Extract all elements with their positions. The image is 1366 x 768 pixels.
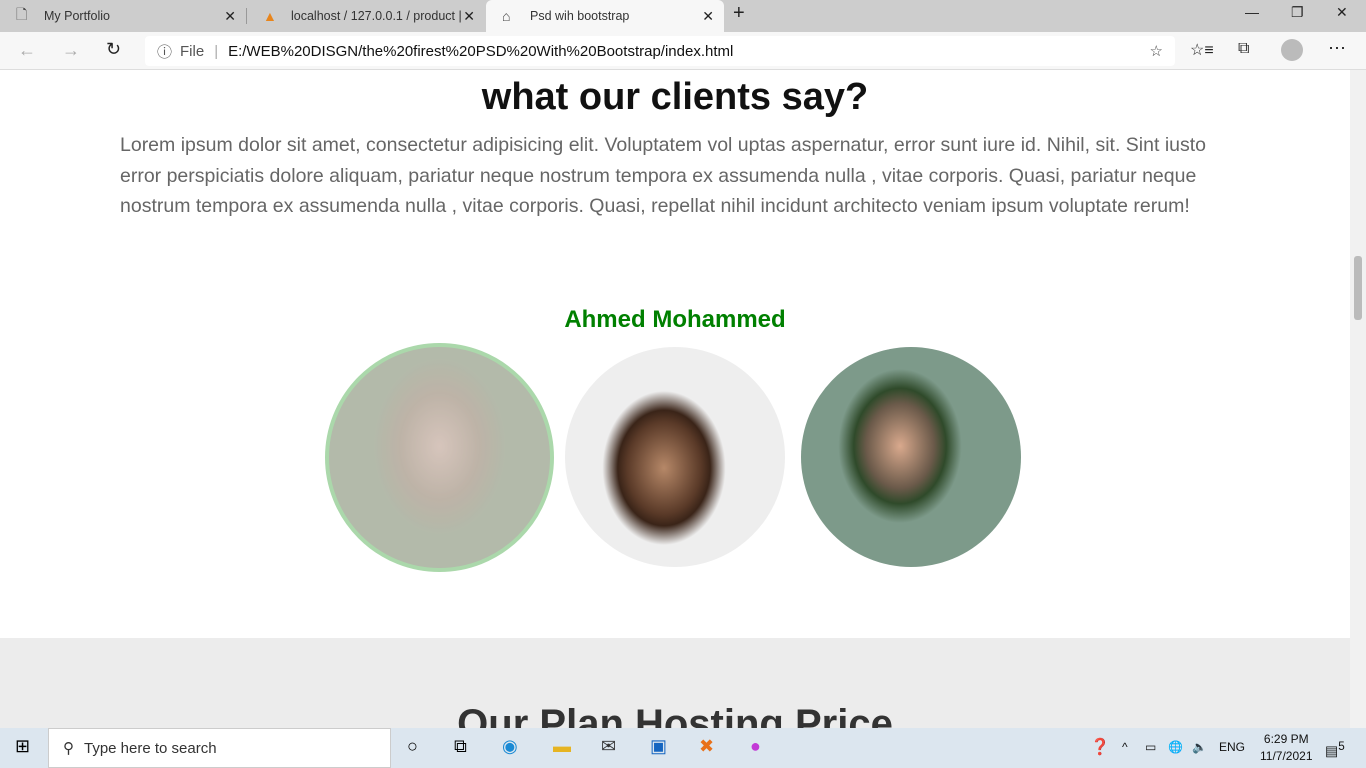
back-icon[interactable]: ← <box>18 40 36 61</box>
edge-icon[interactable]: ◉ <box>502 736 518 757</box>
tab-title: localhost / 127.0.0.1 / product | p <box>291 9 461 23</box>
collections-icon[interactable]: ⧉ <box>1238 40 1249 58</box>
scrollbar[interactable] <box>1350 70 1366 728</box>
tab-title: My Portfolio <box>44 9 110 23</box>
pricing-section: Our Plan Hosting Price <box>0 638 1350 728</box>
search-icon: ⚲ <box>63 740 74 757</box>
tab-psd-bootstrap[interactable]: ⌂ Psd wih bootstrap ✕ <box>486 0 724 32</box>
close-tab-icon[interactable]: ✕ <box>702 8 714 25</box>
task-view-icon[interactable]: ⧉ <box>454 736 467 757</box>
network-icon[interactable]: 🌐 <box>1168 740 1183 754</box>
close-tab-icon[interactable]: ✕ <box>224 8 236 25</box>
phpmyadmin-icon: ▲ <box>263 8 277 24</box>
taskbar-search[interactable]: ⚲ Type here to search <box>48 728 391 768</box>
clock[interactable]: 6:29 PM 11/7/2021 <box>1260 732 1313 763</box>
profile-avatar[interactable] <box>1281 39 1303 61</box>
tab-title: Psd wih bootstrap <box>530 9 630 23</box>
close-window-button[interactable]: ✕ <box>1336 4 1348 21</box>
pricing-heading: Our Plan Hosting Price <box>457 702 893 728</box>
client-name: Ahmed Mohammed <box>564 306 786 333</box>
forward-icon[interactable]: → <box>62 40 80 61</box>
taskbar: ⊞ ⚲ Type here to search ○ ⧉ ◉ ▬ ✉ ▣ ✖ ● … <box>0 728 1366 768</box>
time: 6:29 PM <box>1263 732 1309 746</box>
minimize-button[interactable]: — <box>1245 4 1259 20</box>
date: 11/7/2021 <box>1260 749 1313 763</box>
show-hidden-icons[interactable]: ^ <box>1122 740 1128 754</box>
tab-my-portfolio[interactable]: 🗋 My Portfolio ✕ <box>0 0 246 32</box>
notification-icon[interactable]: ▤5 <box>1325 740 1345 760</box>
battery-icon[interactable]: ▭ <box>1145 740 1156 754</box>
page-content: what our clients say? Lorem ipsum dolor … <box>0 70 1350 728</box>
tab-bar: 🗋 My Portfolio ✕ ▲ localhost / 127.0.0.1… <box>0 0 1366 32</box>
file-explorer-icon[interactable]: ▬ <box>553 736 571 757</box>
favorites-icon[interactable]: ☆≡ <box>1190 40 1214 60</box>
client-avatar-2[interactable] <box>565 347 785 567</box>
url-text[interactable]: E:/WEB%20DISGN/the%20firest%20PSD%20With… <box>228 43 733 60</box>
volume-icon[interactable]: 🔈 <box>1192 740 1207 754</box>
file-label: File <box>180 42 205 60</box>
client-avatar-3[interactable] <box>801 347 1021 567</box>
refresh-icon[interactable]: ↻ <box>106 39 121 60</box>
language-indicator[interactable]: ENG <box>1219 740 1245 754</box>
address-bar[interactable]: ⓘ File | E:/WEB%20DISGN/the%20firest%20P… <box>145 36 1175 66</box>
tab-phpmyadmin[interactable]: ▲ localhost / 127.0.0.1 / product | p ✕ <box>247 0 485 32</box>
scrollbar-thumb[interactable] <box>1354 256 1362 320</box>
more-menu-icon[interactable]: ⋯ <box>1328 38 1346 59</box>
close-tab-icon[interactable]: ✕ <box>463 8 475 25</box>
info-icon: ⓘ <box>157 43 173 61</box>
star-icon[interactable]: ☆ <box>1150 42 1163 60</box>
app-icon[interactable]: ▣ <box>650 736 667 757</box>
new-tab-button[interactable]: + <box>733 2 745 25</box>
testimonial-paragraph: Lorem ipsum dolor sit amet, consectetur … <box>120 134 1207 217</box>
client-avatar-1[interactable] <box>325 343 554 572</box>
mail-icon[interactable]: ✉ <box>601 736 616 757</box>
notification-count: 5 <box>1338 740 1345 753</box>
cortana-icon[interactable]: ○ <box>407 736 418 757</box>
home-icon: ⌂ <box>502 8 511 24</box>
maps-icon[interactable]: ● <box>750 736 761 757</box>
section-heading: what our clients say? <box>481 76 869 118</box>
help-icon[interactable]: ❓ <box>1090 737 1110 757</box>
search-placeholder: Type here to search <box>84 739 217 757</box>
windows-start-icon[interactable]: ⊞ <box>15 736 30 757</box>
xampp-icon[interactable]: ✖ <box>699 736 714 757</box>
restore-button[interactable]: ❐ <box>1291 4 1304 21</box>
page-icon: 🗋 <box>16 6 28 22</box>
